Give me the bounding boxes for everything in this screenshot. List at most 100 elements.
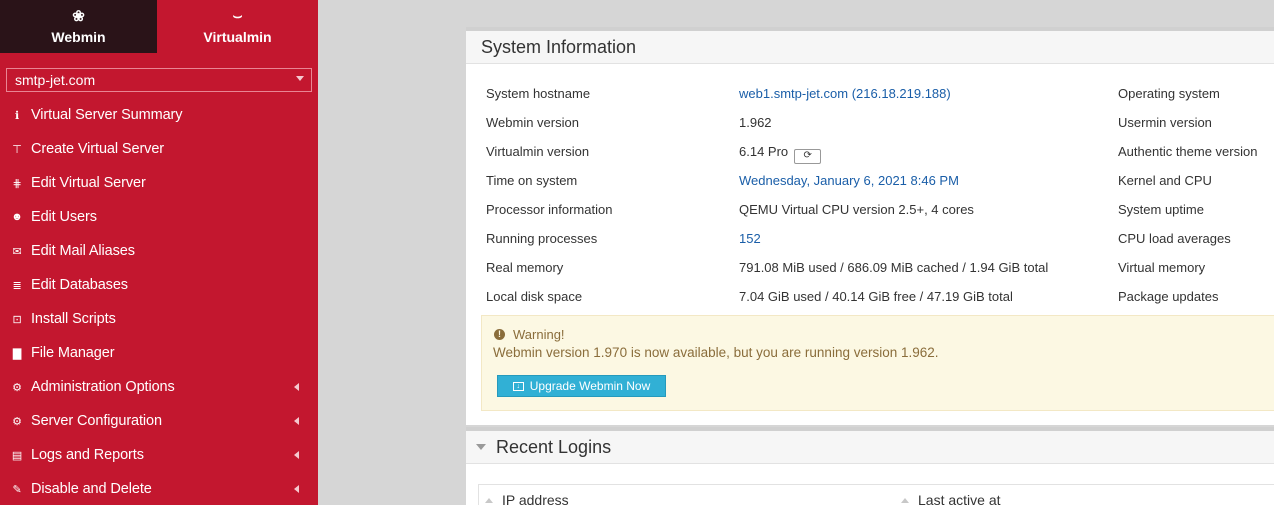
file-icon: ▤: [11, 449, 23, 462]
sidebar-item-label: Install Scripts: [31, 311, 116, 327]
info-row-virtualmin-version: Virtualmin version 6.14 Pro ⟳ Authentic t…: [466, 144, 1274, 173]
info-label: Running processes: [486, 231, 598, 246]
recent-logins-table: IP address Last active at: [478, 484, 1274, 505]
tab-virtualmin[interactable]: ⌣ Virtualmin: [157, 0, 318, 53]
sidebar-item-label: Administration Options: [31, 379, 175, 395]
info-label: Virtual memory: [1118, 260, 1206, 275]
warning-message: Webmin version 1.970 is now available, b…: [493, 345, 939, 360]
product-switcher: ❀ Webmin ⌣ Virtualmin: [0, 0, 318, 53]
info-row-time: Time on system Wednesday, January 6, 202…: [466, 173, 1274, 202]
download-icon: ↓: [512, 381, 524, 391]
info-label: Operating system: [1118, 86, 1220, 101]
settings-icon: ⚙: [12, 381, 22, 394]
domain-select[interactable]: smtp-jet.com: [6, 68, 312, 92]
info-label: Time on system: [486, 173, 578, 188]
column-header-last-active[interactable]: Last active at: [901, 492, 1001, 505]
upgrade-button-label: Upgrade Webmin Now: [529, 379, 651, 393]
info-label: Webmin version: [486, 115, 579, 130]
processes-link[interactable]: 152: [739, 231, 761, 246]
info-row-real-memory: Real memory 791.08 MiB used / 686.09 MiB…: [466, 260, 1274, 289]
info-label: Local disk space: [486, 289, 583, 304]
create-server-icon: ⊤: [12, 143, 22, 156]
chevron-left-icon: [294, 485, 299, 493]
recent-logins-header[interactable]: Recent Logins: [466, 431, 1274, 464]
sidebar-item-virtual-server-summary[interactable]: ℹ Virtual Server Summary: [0, 98, 318, 132]
sidebar-item-label: Edit Databases: [31, 277, 128, 293]
panel-title: System Information: [466, 31, 1274, 64]
gears-icon: ⚙: [12, 415, 22, 428]
warning-alert: ! Warning! Webmin version 1.970 is now a…: [481, 315, 1274, 411]
sidebar-item-edit-virtual-server[interactable]: ⋕ Edit Virtual Server: [0, 166, 318, 200]
sidebar-item-file-manager[interactable]: ▇ File Manager: [0, 336, 318, 370]
chevron-left-icon: [294, 417, 299, 425]
sidebar-item-label: Create Virtual Server: [31, 141, 165, 157]
info-row-processes: Running processes 152 CPU load averages: [466, 231, 1274, 260]
sidebar-item-install-scripts[interactable]: ⊡ Install Scripts: [0, 302, 318, 336]
sidebar-item-label: Edit Users: [31, 209, 97, 225]
install-icon: ⊡: [12, 313, 22, 326]
chevron-down-icon: [296, 76, 304, 81]
upgrade-webmin-button[interactable]: ↓ Upgrade Webmin Now: [497, 375, 666, 397]
sidebar-item-edit-users[interactable]: ☻ Edit Users: [0, 200, 318, 234]
info-label: Usermin version: [1118, 115, 1212, 130]
column-header-label: Last active at: [918, 492, 1001, 505]
tab-webmin-label: Webmin: [51, 28, 106, 45]
sidebar-item-disable-and-delete[interactable]: ✎ Disable and Delete: [0, 472, 318, 505]
chevron-left-icon: [294, 383, 299, 391]
tab-virtualmin-label: Virtualmin: [203, 28, 272, 45]
info-icon: ℹ: [14, 109, 20, 122]
plug-icon: ✎: [12, 483, 22, 496]
hostname-link[interactable]: web1.smtp-jet.com (216.18.219.188): [739, 86, 951, 101]
time-link[interactable]: Wednesday, January 6, 2021 8:46 PM: [739, 173, 959, 188]
sidebar-item-label: File Manager: [31, 345, 115, 361]
sidebar-item-edit-mail-aliases[interactable]: ✉ Edit Mail Aliases: [0, 234, 318, 268]
sidebar: ❀ Webmin ⌣ Virtualmin smtp-jet.com ℹ Vir…: [0, 0, 318, 505]
info-value: 1.962: [739, 115, 772, 130]
info-value: 6.14 Pro: [739, 144, 789, 159]
info-value: 791.08 MiB used / 686.09 MiB cached / 1.…: [739, 260, 1049, 275]
sidebar-item-create-virtual-server[interactable]: ⊤ Create Virtual Server: [0, 132, 318, 166]
refresh-icon: ⟳: [803, 150, 812, 161]
users-icon: ☻: [11, 211, 23, 223]
sort-icon: [901, 497, 909, 503]
sidebar-item-label: Disable and Delete: [31, 481, 152, 497]
info-label: Real memory: [486, 260, 564, 275]
webmin-logo-icon: ❀: [72, 7, 85, 25]
virtualmin-logo-icon: ⌣: [232, 7, 243, 25]
sidebar-nav: ℹ Virtual Server Summary ⊤ Create Virtua…: [0, 98, 318, 505]
info-value-wrap: 6.14 Pro ⟳: [739, 144, 822, 164]
info-label: System hostname: [486, 86, 591, 101]
warning-title-text: Warning!: [513, 327, 565, 342]
sliders-icon: ⋕: [12, 177, 22, 190]
info-label: Virtualmin version: [486, 144, 590, 159]
info-label: Authentic theme version: [1118, 144, 1258, 159]
sidebar-item-administration-options[interactable]: ⚙ Administration Options: [0, 370, 318, 404]
sidebar-item-label: Edit Mail Aliases: [31, 243, 135, 259]
info-row-disk-space: Local disk space 7.04 GiB used / 40.14 G…: [466, 289, 1274, 318]
info-label: CPU load averages: [1118, 231, 1231, 246]
recent-logins-panel: Recent Logins IP address Last active at: [466, 427, 1274, 505]
column-header-label: IP address: [502, 492, 569, 505]
folder-icon: ▇: [12, 347, 22, 360]
column-header-ip-address[interactable]: IP address: [485, 492, 569, 505]
panel-title: Recent Logins: [496, 436, 612, 457]
sidebar-item-server-configuration[interactable]: ⚙ Server Configuration: [0, 404, 318, 438]
sidebar-item-label: Edit Virtual Server: [31, 175, 146, 191]
info-label: Processor information: [486, 202, 613, 217]
sidebar-item-logs-and-reports[interactable]: ▤ Logs and Reports: [0, 438, 318, 472]
info-row-processor: Processor information QEMU Virtual CPU v…: [466, 202, 1274, 231]
info-row-hostname: System hostname web1.smtp-jet.com (216.1…: [466, 86, 1274, 115]
info-label: Package updates: [1118, 289, 1219, 304]
sidebar-item-label: Virtual Server Summary: [31, 107, 183, 123]
sort-icon: [485, 497, 493, 503]
refresh-button[interactable]: ⟳: [794, 149, 822, 164]
exclamation-icon: !: [494, 329, 505, 340]
database-icon: ≣: [12, 279, 22, 292]
info-label: Kernel and CPU: [1118, 173, 1212, 188]
info-row-webmin-version: Webmin version 1.962 Usermin version: [466, 115, 1274, 144]
sidebar-item-label: Server Configuration: [31, 413, 162, 429]
tab-webmin[interactable]: ❀ Webmin: [0, 0, 157, 53]
sidebar-item-edit-databases[interactable]: ≣ Edit Databases: [0, 268, 318, 302]
chevron-left-icon: [294, 451, 299, 459]
info-value: QEMU Virtual CPU version 2.5+, 4 cores: [739, 202, 974, 217]
